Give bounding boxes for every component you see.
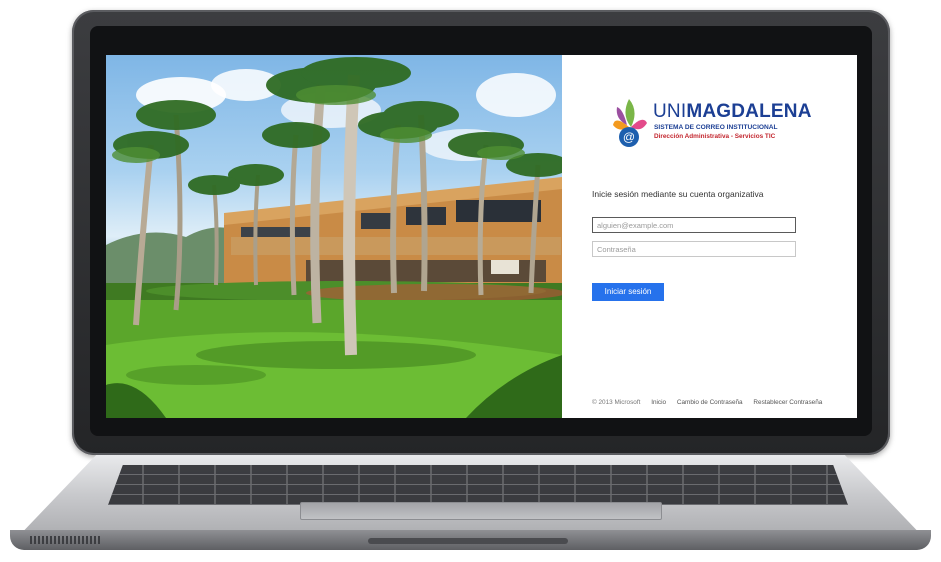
keyboard-rows	[108, 465, 848, 505]
brand-title: UNIMAGDALENA	[653, 101, 812, 122]
laptop-front-slot	[368, 538, 568, 544]
sign-in-button[interactable]: Iniciar sesión	[592, 283, 664, 301]
laptop-trackpad	[300, 502, 662, 520]
svg-text:@: @	[623, 130, 635, 144]
unimagdalena-emblem-icon: @	[613, 99, 647, 147]
login-prompt: Inicie sesión mediante su cuenta organiz…	[592, 189, 764, 199]
password-field[interactable]	[592, 241, 796, 257]
campus-background-photo	[106, 55, 562, 418]
footer-link-change-password[interactable]: Cambio de Contraseña	[677, 399, 743, 406]
copyright-text: © 2013 Microsoft	[592, 399, 641, 406]
footer-link-reset-password[interactable]: Restablecer Contraseña	[753, 399, 822, 406]
username-field[interactable]	[592, 217, 796, 233]
login-panel: @ UNIMAGDALENA SISTEMA DE CORREO INSTITU…	[562, 55, 857, 418]
login-footer: © 2013 Microsoft Inicio Cambio de Contra…	[592, 399, 822, 406]
laptop-screen: @ UNIMAGDALENA SISTEMA DE CORREO INSTITU…	[106, 55, 857, 418]
laptop-vents	[30, 536, 100, 544]
unimagdalena-logo: @ UNIMAGDALENA SISTEMA DE CORREO INSTITU…	[609, 97, 811, 154]
campus-illustration	[106, 57, 562, 418]
footer-link-inicio[interactable]: Inicio	[651, 399, 666, 406]
brand-department: Dirección Administrativa - Servicios TIC	[654, 133, 776, 140]
brand-subtitle: SISTEMA DE CORREO INSTITUCIONAL	[654, 124, 778, 131]
